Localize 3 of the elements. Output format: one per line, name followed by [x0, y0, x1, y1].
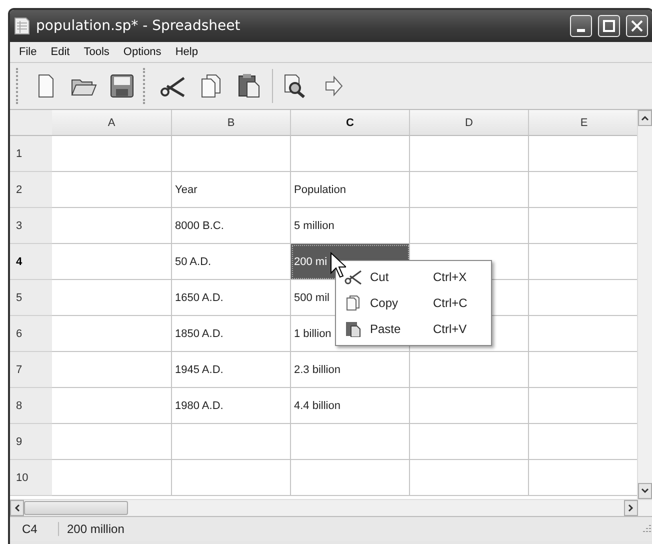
- cell-value: 200 million: [66, 522, 126, 536]
- window-title: population.sp* - Spreadsheet: [36, 18, 242, 34]
- cell-reference: C4: [10, 522, 59, 536]
